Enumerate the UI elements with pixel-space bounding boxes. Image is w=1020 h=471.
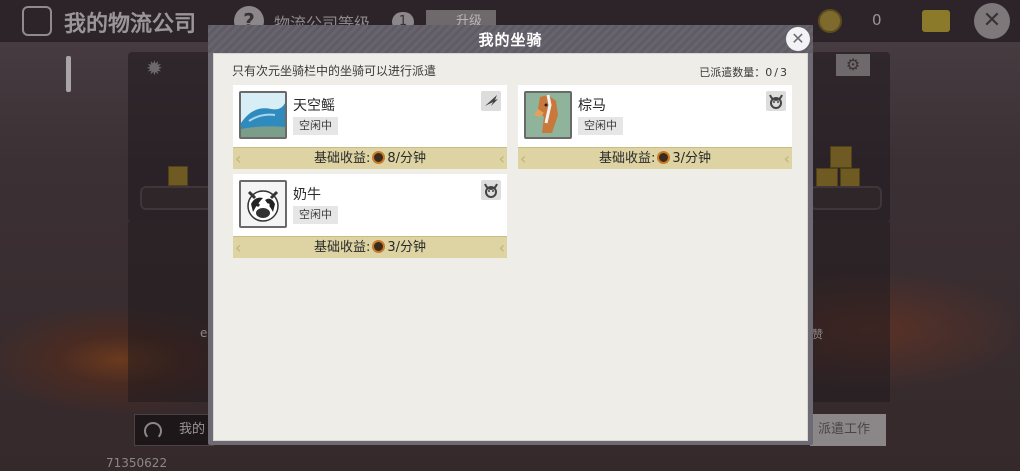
cargo-box	[830, 146, 852, 168]
dispatch-count-separator: /	[774, 66, 778, 79]
shop-cart-icon[interactable]	[922, 10, 950, 32]
income-text: 基础收益: 3/分钟	[233, 239, 507, 257]
user-id: 71350622	[106, 456, 168, 470]
coin-icon	[818, 9, 842, 33]
dairy-cow-avatar	[239, 180, 287, 228]
close-icon: ✕	[791, 29, 805, 48]
dialog-header: 我的坐骑 ✕	[208, 25, 813, 53]
side-scroll-indicator	[66, 56, 71, 92]
income-text: 基础收益: 3/分钟	[518, 150, 792, 168]
income-label: 基础收益:	[313, 240, 371, 255]
company-icon[interactable]	[22, 6, 52, 36]
gear-icon[interactable]: ✹	[146, 56, 163, 80]
dispatch-count-label: 已派遣数量：	[699, 66, 766, 79]
wing-icon	[481, 91, 501, 111]
mount-card-dairy-cow[interactable]: 奶牛 空闲中 ‹ 基础收益: 3/分钟 ‹	[233, 174, 507, 258]
right-panel-text: 赞	[812, 328, 823, 341]
coin-icon	[372, 240, 386, 253]
income-bar: ‹ 基础收益: 8/分钟 ‹	[233, 147, 507, 169]
cargo-box	[840, 168, 860, 188]
income-label: 基础收益:	[598, 151, 656, 166]
mount-status-badge: 空闲中	[293, 206, 338, 224]
beast-icon	[766, 91, 786, 111]
conveyor-left	[140, 186, 212, 210]
dispatch-count-max: 3	[780, 66, 787, 79]
cargo-box	[816, 168, 838, 188]
mount-status-badge: 空闲中	[293, 117, 338, 135]
page-title: 我的物流公司	[64, 12, 197, 37]
dispatch-count-current: 0	[765, 66, 773, 79]
income-bar: ‹ 基础收益: 3/分钟 ‹	[518, 147, 792, 169]
coin-count: 0	[872, 11, 882, 29]
dispatch-count: 已派遣数量：0/3	[699, 64, 787, 80]
mount-name: 棕马	[578, 98, 606, 114]
arrow-right-icon: ‹	[783, 149, 790, 168]
arrow-right-icon: ‹	[498, 238, 505, 257]
right-lower-panel	[812, 222, 890, 402]
coin-icon	[657, 151, 671, 164]
settings-gear-icon[interactable]: ⚙	[836, 54, 870, 76]
cargo-box	[168, 166, 188, 186]
mount-name: 奶牛	[293, 187, 321, 203]
dialog-close-button[interactable]: ✕	[786, 27, 810, 51]
horseshoe-icon	[144, 422, 162, 440]
close-icon[interactable]: ✕	[974, 3, 1010, 39]
income-text: 基础收益: 8/分钟	[233, 150, 507, 168]
income-value: 8/分钟	[387, 151, 427, 166]
mount-status-badge: 空闲中	[578, 117, 623, 135]
dialog-body: 只有次元坐骑栏中的坐骑可以进行派遣 已派遣数量：0/3 天空鳐 空闲中 ‹ 基础…	[213, 53, 808, 441]
my-mounts-dialog: 我的坐骑 ✕ 只有次元坐骑栏中的坐骑可以进行派遣 已派遣数量：0/3 天空鳐 空…	[208, 25, 813, 445]
sky-ray-avatar	[239, 91, 287, 139]
coin-icon	[372, 151, 386, 164]
arrow-right-icon: ‹	[498, 149, 505, 168]
income-value: 3/分钟	[672, 151, 712, 166]
dispatch-work-button[interactable]: 派遣工作	[810, 414, 886, 446]
income-bar: ‹ 基础收益: 3/分钟 ‹	[233, 236, 507, 258]
dialog-title: 我的坐骑	[478, 31, 543, 49]
mount-card-sky-ray[interactable]: 天空鳐 空闲中 ‹ 基础收益: 8/分钟 ‹	[233, 85, 507, 169]
mount-name: 天空鳐	[293, 98, 335, 114]
left-lower-panel	[128, 222, 210, 402]
dispatch-hint: 只有次元坐骑栏中的坐骑可以进行派遣	[232, 64, 437, 78]
left-panel-text: e	[200, 326, 208, 340]
beast-icon	[481, 180, 501, 200]
brown-horse-avatar	[524, 91, 572, 139]
mount-card-brown-horse[interactable]: 棕马 空闲中 ‹ 基础收益: 3/分钟 ‹	[518, 85, 792, 169]
conveyor-right	[810, 186, 882, 210]
income-value: 3/分钟	[387, 240, 427, 255]
income-label: 基础收益:	[313, 151, 371, 166]
